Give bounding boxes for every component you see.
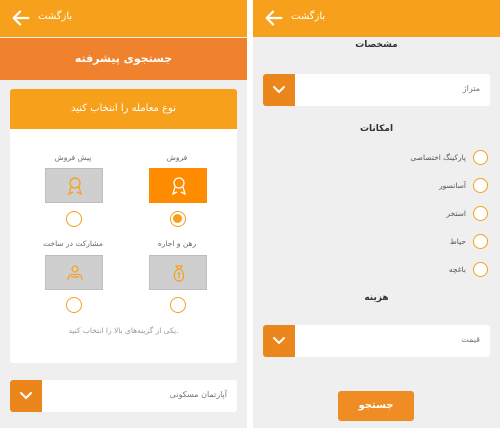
option-rent-radio[interactable] xyxy=(170,297,186,313)
amenity-item[interactable]: پارکینگ اختصاصی xyxy=(368,150,488,166)
back-arrow-icon[interactable] xyxy=(263,7,285,29)
option-presale-radio[interactable] xyxy=(66,211,82,227)
option-partnership-radio[interactable] xyxy=(66,297,82,313)
cost-title: هزینه xyxy=(364,293,389,303)
area-value: متراژ xyxy=(462,84,480,93)
price-select[interactable]: قیمت xyxy=(263,325,490,357)
amenity-garden-checkbox[interactable] xyxy=(473,262,488,277)
back-arrow-icon[interactable] xyxy=(10,7,32,29)
amenity-item[interactable]: حیاط xyxy=(368,234,488,250)
deal-type-title: نوع معامله را انتخاب کنید xyxy=(10,89,237,129)
deal-type-card: نوع معامله را انتخاب کنید فروش پیش فروش … xyxy=(10,89,237,363)
back-button[interactable]: بازگشت xyxy=(291,11,325,22)
filters-panel: بازگشت مشخصات متراژ امکانات پارکینگ اختص… xyxy=(253,0,500,428)
option-presale-tile[interactable] xyxy=(45,168,103,203)
option-rent-label: رهن و اجاره xyxy=(157,239,197,248)
top-bar: بازگشت xyxy=(0,0,247,37)
specs-title: مشخصات xyxy=(355,40,398,50)
chevron-down-button[interactable] xyxy=(263,74,295,106)
option-partnership-label: مشارکت در ساخت xyxy=(43,239,103,248)
area-select[interactable]: متراژ xyxy=(263,74,490,106)
top-bar: بازگشت xyxy=(253,0,500,37)
chevron-down-button[interactable] xyxy=(10,380,42,412)
page-title: جستجوی پیشرفته xyxy=(0,38,247,80)
option-sale-radio[interactable] xyxy=(170,211,186,227)
deal-type-hint: یکی از گزینه‌های بالا را انتخاب کنید. xyxy=(68,326,179,335)
amenity-elevator-checkbox[interactable] xyxy=(473,178,488,193)
amenity-parking-checkbox[interactable] xyxy=(473,150,488,165)
amenities-title: امکانات xyxy=(359,124,394,134)
medal-icon xyxy=(67,177,83,196)
amenity-item[interactable]: باغچه xyxy=(368,262,488,278)
amenity-label: باغچه xyxy=(448,265,466,274)
amenity-item[interactable]: آسانسور xyxy=(368,178,488,194)
chevron-down-icon xyxy=(273,86,285,94)
amenity-label: حیاط xyxy=(449,237,466,246)
advanced-search-panel: بازگشت جستجوی پیشرفته نوع معامله را انتخ… xyxy=(0,0,247,428)
amenity-label: استخر xyxy=(446,209,466,218)
back-button[interactable]: بازگشت xyxy=(38,11,72,22)
option-presale-label: پیش فروش xyxy=(54,153,92,162)
handshake-icon xyxy=(67,265,83,281)
property-type-select[interactable]: آپارتمان مسکونی xyxy=(10,380,237,412)
medal-icon xyxy=(171,177,187,196)
option-rent-tile[interactable] xyxy=(149,255,207,290)
option-partnership-tile[interactable] xyxy=(45,255,103,290)
money-bag-icon xyxy=(173,265,185,282)
amenity-label: آسانسور xyxy=(439,181,466,190)
search-button[interactable]: جستجو xyxy=(338,391,414,421)
chevron-down-icon xyxy=(273,337,285,345)
amenity-pool-checkbox[interactable] xyxy=(473,206,488,221)
amenity-item[interactable]: استخر xyxy=(368,206,488,222)
amenity-label: پارکینگ اختصاصی xyxy=(410,153,466,162)
chevron-down-button[interactable] xyxy=(263,325,295,357)
option-sale-tile[interactable] xyxy=(149,168,207,203)
chevron-down-icon xyxy=(20,392,32,400)
option-sale-label: فروش xyxy=(166,153,188,162)
price-value: قیمت xyxy=(461,335,480,344)
property-type-value: آپارتمان مسکونی xyxy=(169,390,227,399)
amenity-yard-checkbox[interactable] xyxy=(473,234,488,249)
